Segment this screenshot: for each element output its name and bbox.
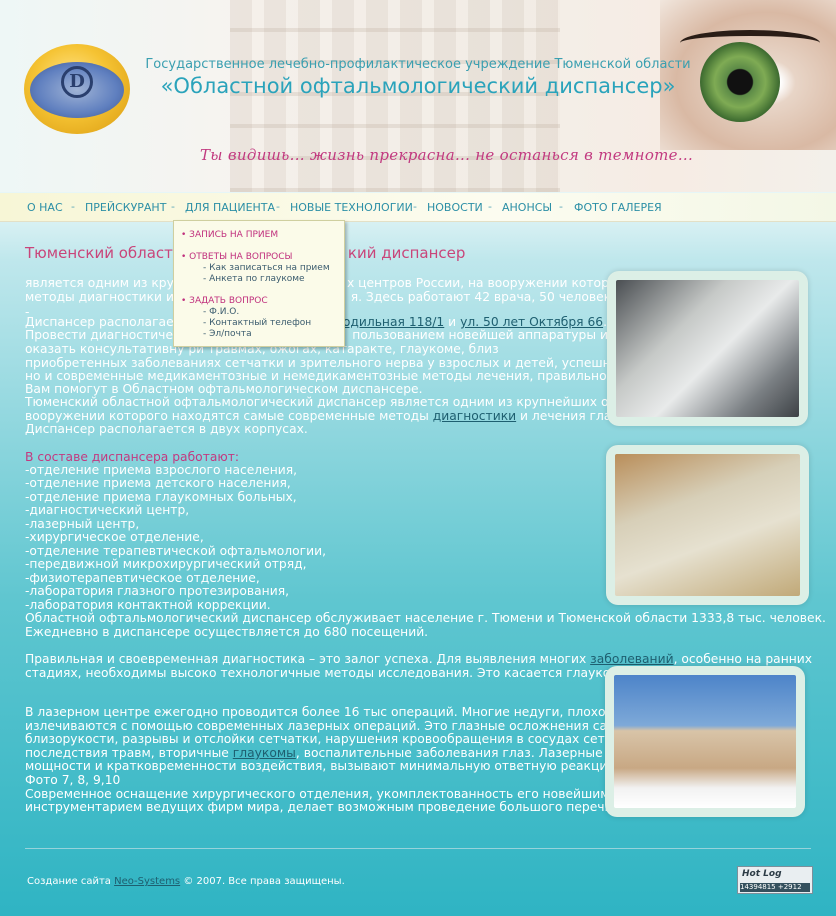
dropdown-name[interactable]: - Ф.И.О. <box>203 307 239 317</box>
department-item: -лаборатория контактной коррекции. <box>25 598 271 612</box>
nav-about[interactable]: О НАС <box>27 201 63 214</box>
nav-separator: - <box>488 200 492 213</box>
nav-separator: - <box>71 200 75 213</box>
nav-new-technologies[interactable]: НОВЫЕ ТЕХНОЛОГИИ <box>290 201 413 214</box>
patient-dropdown-menu: • ЗАПИСЬ НА ПРИЕМ • ОТВЕТЫ НА ВОПРОСЫ - … <box>173 220 345 347</box>
photo-child-at-computer <box>615 454 800 596</box>
dropdown-ask-question[interactable]: • ЗАДАТЬ ВОПРОС <box>181 296 268 306</box>
counter-numbers: 14394815 +2912 <box>740 883 810 892</box>
organization-title: «Областной офтальмологический диспансер» <box>160 74 676 98</box>
dropdown-phone[interactable]: - Контактный телефон <box>203 318 311 328</box>
photo-building-frame[interactable] <box>605 666 805 817</box>
nav-separator: - <box>171 200 175 213</box>
department-item: -передвижной микрохирургический отряд, <box>25 557 307 571</box>
footer-divider <box>25 848 811 849</box>
department-item: -отделение приема детского населения, <box>25 476 291 490</box>
photo-diagnostics-frame[interactable] <box>607 271 808 426</box>
dropdown-faq[interactable]: • ОТВЕТЫ НА ВОПРОСЫ <box>181 252 292 262</box>
slogan: Ты видишь... жизнь прекрасна... не остан… <box>200 146 694 164</box>
department-item: -отделение приема глаукомных больных, <box>25 490 297 504</box>
department-item: -отделение терапевтической офтальмологии… <box>25 544 327 558</box>
photo-eye-examination <box>616 280 799 417</box>
diagnostics-link[interactable]: диагностики <box>433 409 516 423</box>
photo-clinic-building <box>614 675 796 808</box>
footer-copyright: Создание сайта Neo-Systems © 2007. Все п… <box>27 876 345 887</box>
nav-pricelist[interactable]: ПРЕЙСКУРАНТ <box>85 201 166 214</box>
organization-subtitle: Государственное лечебно-профилактическое… <box>145 57 691 72</box>
department-item: -хирургическое отделение, <box>25 530 204 544</box>
department-item: -диагностический центр, <box>25 503 190 517</box>
nav-photo-gallery[interactable]: ФОТО ГАЛЕРЕЯ <box>574 201 662 214</box>
department-item: -лаборатория глазного протезирования, <box>25 584 289 598</box>
photo-child-frame[interactable] <box>606 445 809 605</box>
department-item: -лазерный центр, <box>25 517 140 531</box>
department-item: -физиотерапевтическое отделение, <box>25 571 260 585</box>
address-link-2[interactable]: ул. 50 лет Октября 66 <box>460 315 603 329</box>
dropdown-glaucoma-form[interactable]: - Анкета по глаукоме <box>203 274 305 284</box>
address-link-1[interactable]: одильная 118/1 <box>343 315 444 329</box>
developer-link[interactable]: Neo-Systems <box>114 876 180 887</box>
dropdown-appointment[interactable]: • ЗАПИСЬ НА ПРИЕМ <box>181 230 278 240</box>
diseases-link[interactable]: заболеваний <box>590 652 673 666</box>
counter-title: Hot Log <box>742 869 782 879</box>
nav-news[interactable]: НОВОСТИ <box>427 201 483 214</box>
nav-separator: - <box>559 200 563 213</box>
nav-separator: - <box>413 200 417 213</box>
glaucoma-link[interactable]: глаукомы <box>233 746 296 760</box>
nav-separator: - <box>276 200 280 213</box>
department-item: -отделение приема взрослого населения, <box>25 463 298 477</box>
nav-announcements[interactable]: АНОНСЫ <box>502 201 552 214</box>
hotlog-counter[interactable]: Hot Log 14394815 +2912 <box>737 866 813 894</box>
dropdown-how-to-book[interactable]: - Как записаться на прием <box>203 263 330 273</box>
nav-for-patient[interactable]: ДЛЯ ПАЦИЕНТА <box>185 201 275 214</box>
departments-heading: В составе диспансера работают: <box>25 450 240 464</box>
dropdown-email[interactable]: - Эл/почта <box>203 329 252 339</box>
